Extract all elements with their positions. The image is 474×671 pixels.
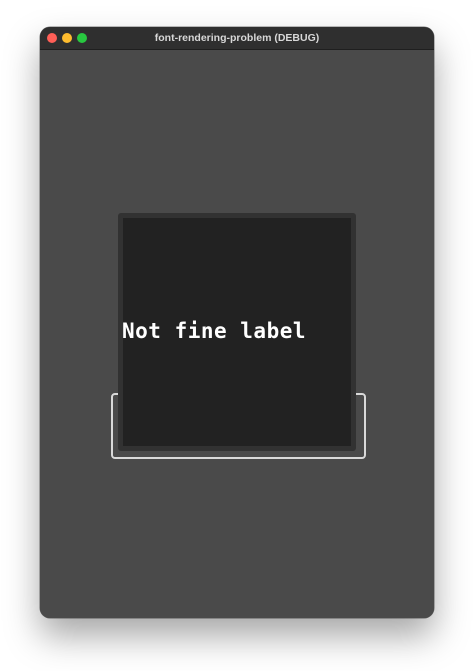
label-text: Not fine label (122, 319, 307, 343)
window-content: Not fine label (40, 50, 434, 618)
app-window: font-rendering-problem (DEBUG) Not fine … (40, 27, 434, 618)
title-bar[interactable]: font-rendering-problem (DEBUG) (40, 27, 434, 50)
window-title: font-rendering-problem (DEBUG) (154, 32, 320, 44)
